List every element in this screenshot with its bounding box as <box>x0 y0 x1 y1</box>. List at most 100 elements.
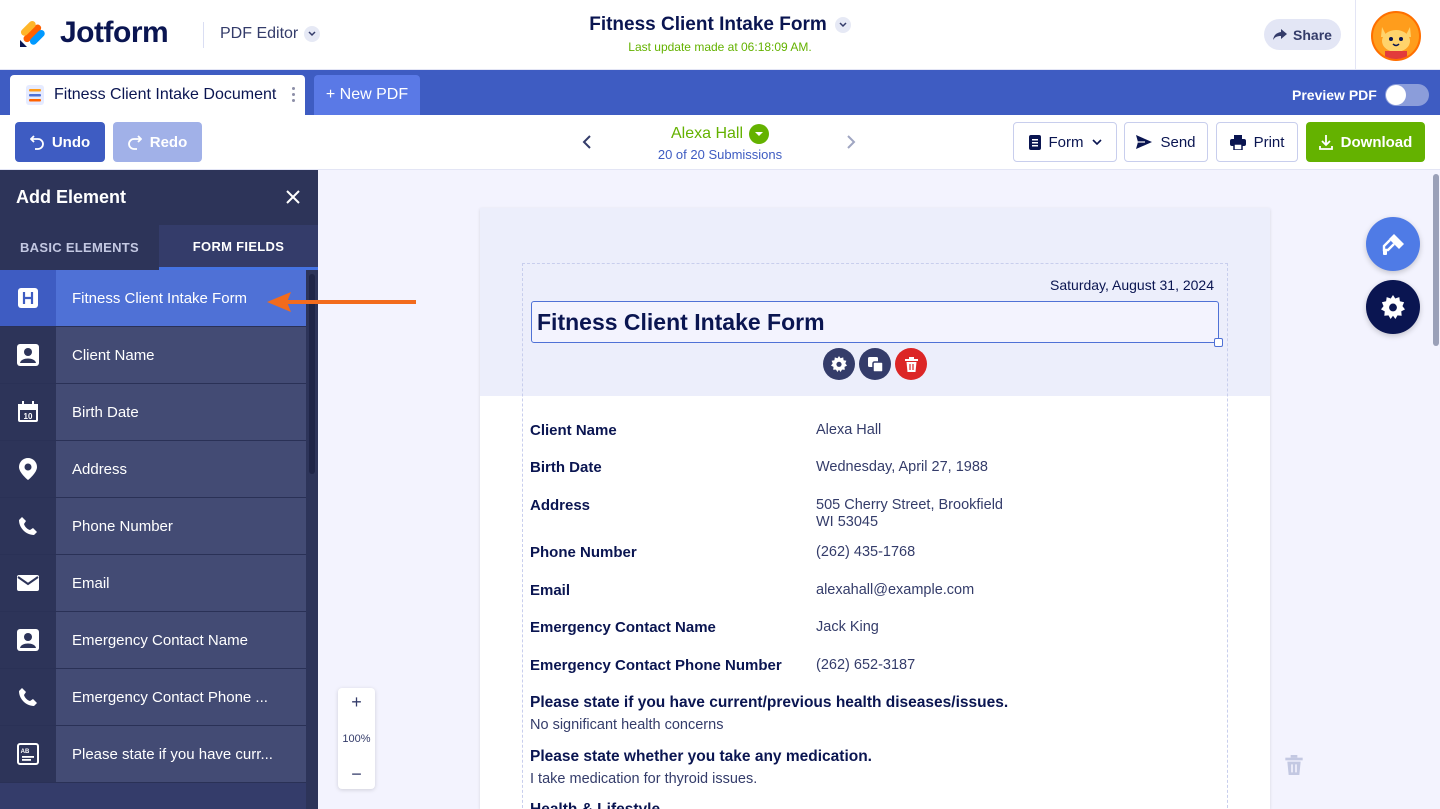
top-bar: Jotform PDF Editor Fitness Client Intake… <box>0 0 1440 70</box>
field-value: 505 Cherry Street, Brookfield WI 53045 <box>816 497 1003 531</box>
zoom-in-button[interactable]: + <box>351 692 362 713</box>
tab-basic-elements[interactable]: BASIC ELEMENTS <box>0 225 159 270</box>
scrollbar-thumb[interactable] <box>1433 174 1439 346</box>
chevron-down-circle-icon <box>749 124 770 144</box>
question-block[interactable]: Health & Lifestyle <box>530 801 660 809</box>
new-pdf-button[interactable]: + New PDF <box>314 75 420 115</box>
document-tab-bar: Fitness Client Intake Document + New PDF… <box>0 70 1440 115</box>
share-label: Share <box>1293 26 1332 43</box>
settings-button[interactable] <box>1366 280 1420 334</box>
print-label: Print <box>1253 133 1285 151</box>
question-answer: I take medication for thyroid issues. <box>530 771 758 787</box>
list-item[interactable]: Address <box>0 441 306 498</box>
editor-toolbar: Undo Redo Alexa Hall 20 of 20 Submission… <box>0 115 1440 170</box>
divider <box>1355 0 1356 70</box>
list-item-label: Emergency Contact Phone ... <box>72 688 268 706</box>
question-block[interactable]: Please state if you have current/previou… <box>530 694 1008 733</box>
chevron-down-icon <box>1091 138 1102 145</box>
download-icon <box>1318 134 1333 150</box>
gear-icon <box>1381 295 1405 319</box>
page-scrollbar[interactable] <box>1432 170 1440 809</box>
share-icon <box>1273 28 1288 40</box>
submission-count: 20 of 20 Submissions <box>657 147 783 162</box>
list-item[interactable]: Emergency Contact Name <box>0 612 306 669</box>
preview-pdf-toggle[interactable] <box>1384 84 1429 106</box>
preview-pdf-label: Preview PDF <box>1292 87 1377 103</box>
list-item[interactable]: AB Please state if you have curr... <box>0 726 306 783</box>
element-controls <box>823 348 927 380</box>
duplicate-icon <box>867 356 883 372</box>
next-submission-icon[interactable] <box>846 133 856 156</box>
more-options-icon[interactable] <box>292 87 295 102</box>
printer-icon <box>1229 134 1246 150</box>
delete-element-button[interactable] <box>895 348 927 380</box>
envelope-icon <box>0 555 56 611</box>
form-label: Form <box>1048 133 1084 151</box>
share-button[interactable]: Share <box>1264 19 1341 50</box>
list-item[interactable]: Client Name <box>0 327 306 384</box>
submitter-dropdown[interactable]: Alexa Hall <box>670 124 770 144</box>
document-icon <box>26 85 44 105</box>
list-item-label: Client Name <box>72 346 155 364</box>
panel-title: Add Element <box>16 187 127 207</box>
question-label: Please state if you have current/previou… <box>530 694 1009 711</box>
redo-button[interactable]: Redo <box>113 122 202 162</box>
element-settings-button[interactable] <box>823 348 855 380</box>
undo-button[interactable]: Undo <box>15 122 105 162</box>
user-avatar[interactable] <box>1371 11 1421 61</box>
field-value: Wednesday, April 27, 1988 <box>816 459 988 475</box>
add-element-panel: Add Element BASIC ELEMENTS FORM FIELDS F… <box>0 170 318 809</box>
preview-pdf-toggle-group: Preview PDF <box>1292 84 1429 106</box>
address-line-1: 505 Cherry Street, Brookfield <box>816 497 1003 513</box>
send-icon <box>1136 135 1153 149</box>
person-icon <box>0 612 56 668</box>
list-item[interactable]: Email <box>0 555 306 612</box>
list-item-label: Fitness Client Intake Form <box>72 289 248 307</box>
paint-roller-icon <box>1382 234 1404 255</box>
question-label: Health & Lifestyle <box>530 801 660 809</box>
list-item[interactable]: Phone Number <box>0 498 306 555</box>
form-designer-button[interactable] <box>1366 217 1420 271</box>
toggle-knob <box>1385 85 1406 105</box>
field-value: (262) 652-3187 <box>816 657 916 673</box>
download-button[interactable]: Download <box>1306 122 1425 162</box>
panel-header: Add Element <box>0 170 318 225</box>
print-button[interactable]: Print <box>1216 122 1298 162</box>
tab-form-fields[interactable]: FORM FIELDS <box>159 225 318 270</box>
document-title-text: Fitness Client Intake Form <box>589 14 827 35</box>
list-item[interactable]: 10 Birth Date <box>0 384 306 441</box>
panel-scrollbar[interactable] <box>306 270 318 809</box>
list-item-label: Please state if you have curr... <box>72 745 273 763</box>
list-item[interactable]: Emergency Contact Phone ... <box>0 669 306 726</box>
trash-icon <box>904 356 918 372</box>
undo-label: Undo <box>51 133 91 151</box>
document-tab-label: Fitness Client Intake Document <box>54 86 277 103</box>
list-item-label: Birth Date <box>72 403 139 421</box>
document-title[interactable]: Fitness Client Intake Form <box>589 14 851 36</box>
chevron-down-icon[interactable] <box>834 17 851 33</box>
form-dropdown-button[interactable]: Form <box>1013 122 1117 162</box>
duplicate-element-button[interactable] <box>859 348 891 380</box>
phone-icon <box>0 669 56 725</box>
form-title-element[interactable]: Fitness Client Intake Form <box>531 301 1223 347</box>
gear-icon <box>831 356 847 372</box>
list-item[interactable]: Fitness Client Intake Form <box>0 270 306 327</box>
submitter-name: Alexa Hall <box>670 125 744 142</box>
close-icon[interactable] <box>286 188 300 208</box>
field-label: Email <box>530 582 571 599</box>
resize-handle[interactable] <box>1214 338 1223 347</box>
document-tab[interactable]: Fitness Client Intake Document <box>10 75 305 115</box>
redo-label: Redo <box>149 133 188 151</box>
zoom-out-button[interactable]: − <box>351 764 362 785</box>
undo-icon <box>29 134 44 150</box>
field-label: Emergency Contact Name <box>530 619 716 636</box>
previous-submission-icon[interactable] <box>582 133 592 156</box>
question-block[interactable]: Please state whether you take any medica… <box>530 748 872 787</box>
zoom-control: + 100% − <box>338 688 375 789</box>
form-date[interactable]: Saturday, August 31, 2024 <box>1050 277 1214 293</box>
list-item-label: Emergency Contact Name <box>72 631 248 649</box>
trash-icon[interactable] <box>1285 755 1303 780</box>
field-label: Client Name <box>530 422 617 439</box>
send-button[interactable]: Send <box>1124 122 1208 162</box>
svg-text:AB: AB <box>21 749 30 755</box>
